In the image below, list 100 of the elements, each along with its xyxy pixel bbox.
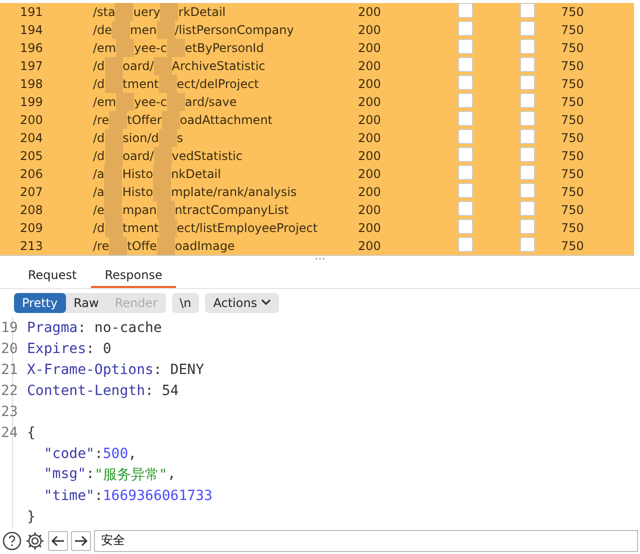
table-cell: etByPersonId: [184, 41, 264, 55]
checkbox[interactable]: [458, 57, 473, 72]
table-row[interactable]: 198 /d tment ect/delProject 200 750: [0, 75, 634, 93]
table-row[interactable]: 196 /em yee-c etByPersonId 200 750: [0, 39, 634, 57]
checkbox[interactable]: [458, 147, 473, 162]
table-cell: /d: [93, 149, 105, 163]
redaction-blur: [166, 39, 185, 57]
view-button[interactable]: Raw: [66, 292, 107, 313]
checkbox[interactable]: [458, 129, 473, 144]
checkbox[interactable]: [520, 39, 535, 54]
table-cell: ect/listEmployeeProject: [176, 221, 318, 235]
checkbox[interactable]: [458, 3, 473, 18]
table-row[interactable]: 209 /d tment ect/listEmployeeProject 200 750: [0, 219, 634, 237]
checkbox[interactable]: [458, 183, 473, 198]
settings-icon[interactable]: [25, 530, 45, 551]
table-cell-text: 750: [561, 77, 585, 91]
checkbox[interactable]: [520, 129, 535, 144]
checkbox[interactable]: [458, 93, 473, 108]
checkbox[interactable]: [520, 237, 535, 252]
table-cell: ard/save: [184, 95, 237, 109]
table-cell: tOffer: [127, 113, 162, 127]
checkbox[interactable]: [520, 93, 535, 108]
table-cell-text: 200: [358, 203, 382, 217]
checkbox[interactable]: [520, 75, 535, 90]
table-row[interactable]: 206 /a Histo nkDetail 200 750: [0, 165, 634, 183]
table-row[interactable]: 199 /em yee-c ard/save 200 750: [0, 93, 634, 111]
checkbox[interactable]: [458, 219, 473, 234]
table-cell-text: 200: [358, 5, 382, 19]
table-row[interactable]: 191 /sta uery rkDetail 200 750: [0, 3, 634, 21]
redaction-blur: [116, 93, 134, 111]
checkbox[interactable]: [458, 201, 473, 216]
back-button[interactable]: [48, 530, 68, 551]
table-row[interactable]: 204 /d sion/d s 200 750: [0, 129, 634, 147]
tab[interactable]: Request: [14, 264, 91, 288]
table-row[interactable]: 200 /re tOffer oadAttachment 200 750: [0, 111, 634, 129]
table-cell: /de: [93, 23, 112, 37]
table-cell: /re: [93, 113, 110, 127]
newline-button[interactable]: \n: [172, 292, 200, 313]
table-cell-text: 750: [561, 95, 585, 109]
table-row[interactable]: 194 /de men /listPersonCompany 200 750: [0, 21, 634, 39]
table-cell-text: 750: [561, 149, 585, 163]
table-row[interactable]: 208 /e mpan ntractCompanyList 200 750: [0, 201, 634, 219]
table-cell: oadImage: [174, 239, 235, 253]
table-cell-text: 191: [19, 5, 44, 19]
redaction-blur: [156, 21, 175, 39]
table-cell-text: 750: [561, 113, 585, 127]
table-row[interactable]: 205 /d oard/ vedStatistic 200 750: [0, 147, 634, 165]
checkbox[interactable]: [520, 201, 535, 216]
checkbox[interactable]: [458, 75, 473, 90]
table-cell: /d: [93, 131, 105, 145]
table-cell: mplate/rank/analysis: [171, 185, 297, 199]
help-icon[interactable]: [2, 530, 22, 551]
checkbox[interactable]: [520, 111, 535, 126]
tab[interactable]: Response: [90, 264, 176, 288]
checkbox[interactable]: [520, 21, 535, 36]
table-cell-text: 200: [358, 23, 382, 37]
checkbox[interactable]: [520, 3, 535, 18]
search-field[interactable]: 安全: [94, 530, 638, 552]
checkbox[interactable]: [458, 21, 473, 36]
checkbox[interactable]: [458, 165, 473, 180]
checkbox[interactable]: [458, 237, 473, 252]
view-button[interactable]: Pretty: [14, 292, 66, 313]
checkbox[interactable]: [520, 57, 535, 72]
checkbox[interactable]: [520, 183, 535, 198]
table-cell-text: 200: [358, 131, 382, 145]
actions-button[interactable]: Actions: [205, 292, 280, 313]
redaction-blur: [116, 39, 134, 57]
table-cell: mpan: [122, 203, 157, 217]
line-number: 24: [1, 425, 18, 442]
table-cell: /em: [93, 95, 116, 109]
code-line: "code":500,: [42, 446, 137, 462]
line-number: 20: [1, 341, 18, 358]
table-cell: ArchiveStatistic: [172, 59, 266, 73]
forward-button[interactable]: [71, 530, 91, 551]
redaction-blur: [104, 57, 123, 75]
table-cell: tOffe: [127, 239, 157, 253]
table-cell: /a: [93, 167, 104, 181]
checkbox[interactable]: [520, 165, 535, 180]
table-cell: /listPersonCompany: [174, 23, 294, 37]
table-cell: yee-c: [134, 95, 167, 109]
checkbox[interactable]: [520, 219, 535, 234]
table-cell-text: 750: [561, 203, 585, 217]
table-cell-text: 750: [561, 239, 585, 253]
code-line: }: [27, 509, 36, 526]
line-number: 21: [1, 362, 18, 378]
checkbox[interactable]: [458, 39, 473, 54]
table-cell: Histo: [122, 167, 154, 181]
table-cell: oadAttachment: [180, 113, 273, 127]
table-cell: uery: [133, 5, 160, 19]
table-cell-text: 197: [19, 59, 44, 73]
table-row[interactable]: 213 /re tOffe oadImage 200 750: [0, 237, 634, 255]
table-cell-text: 206: [19, 167, 44, 181]
table-row[interactable]: 207 /a Histo mplate/rank/analysis 200 750: [0, 183, 634, 201]
redaction-blur: [160, 3, 178, 21]
table-cell-text: 750: [561, 5, 585, 19]
checkbox[interactable]: [520, 147, 535, 162]
table-cell: /a: [93, 185, 104, 199]
checkbox[interactable]: [458, 111, 473, 126]
table-row[interactable]: 197 /d oard/ ArchiveStatistic 200 750: [0, 57, 634, 75]
code-line: "time":1669366061733: [42, 488, 212, 504]
